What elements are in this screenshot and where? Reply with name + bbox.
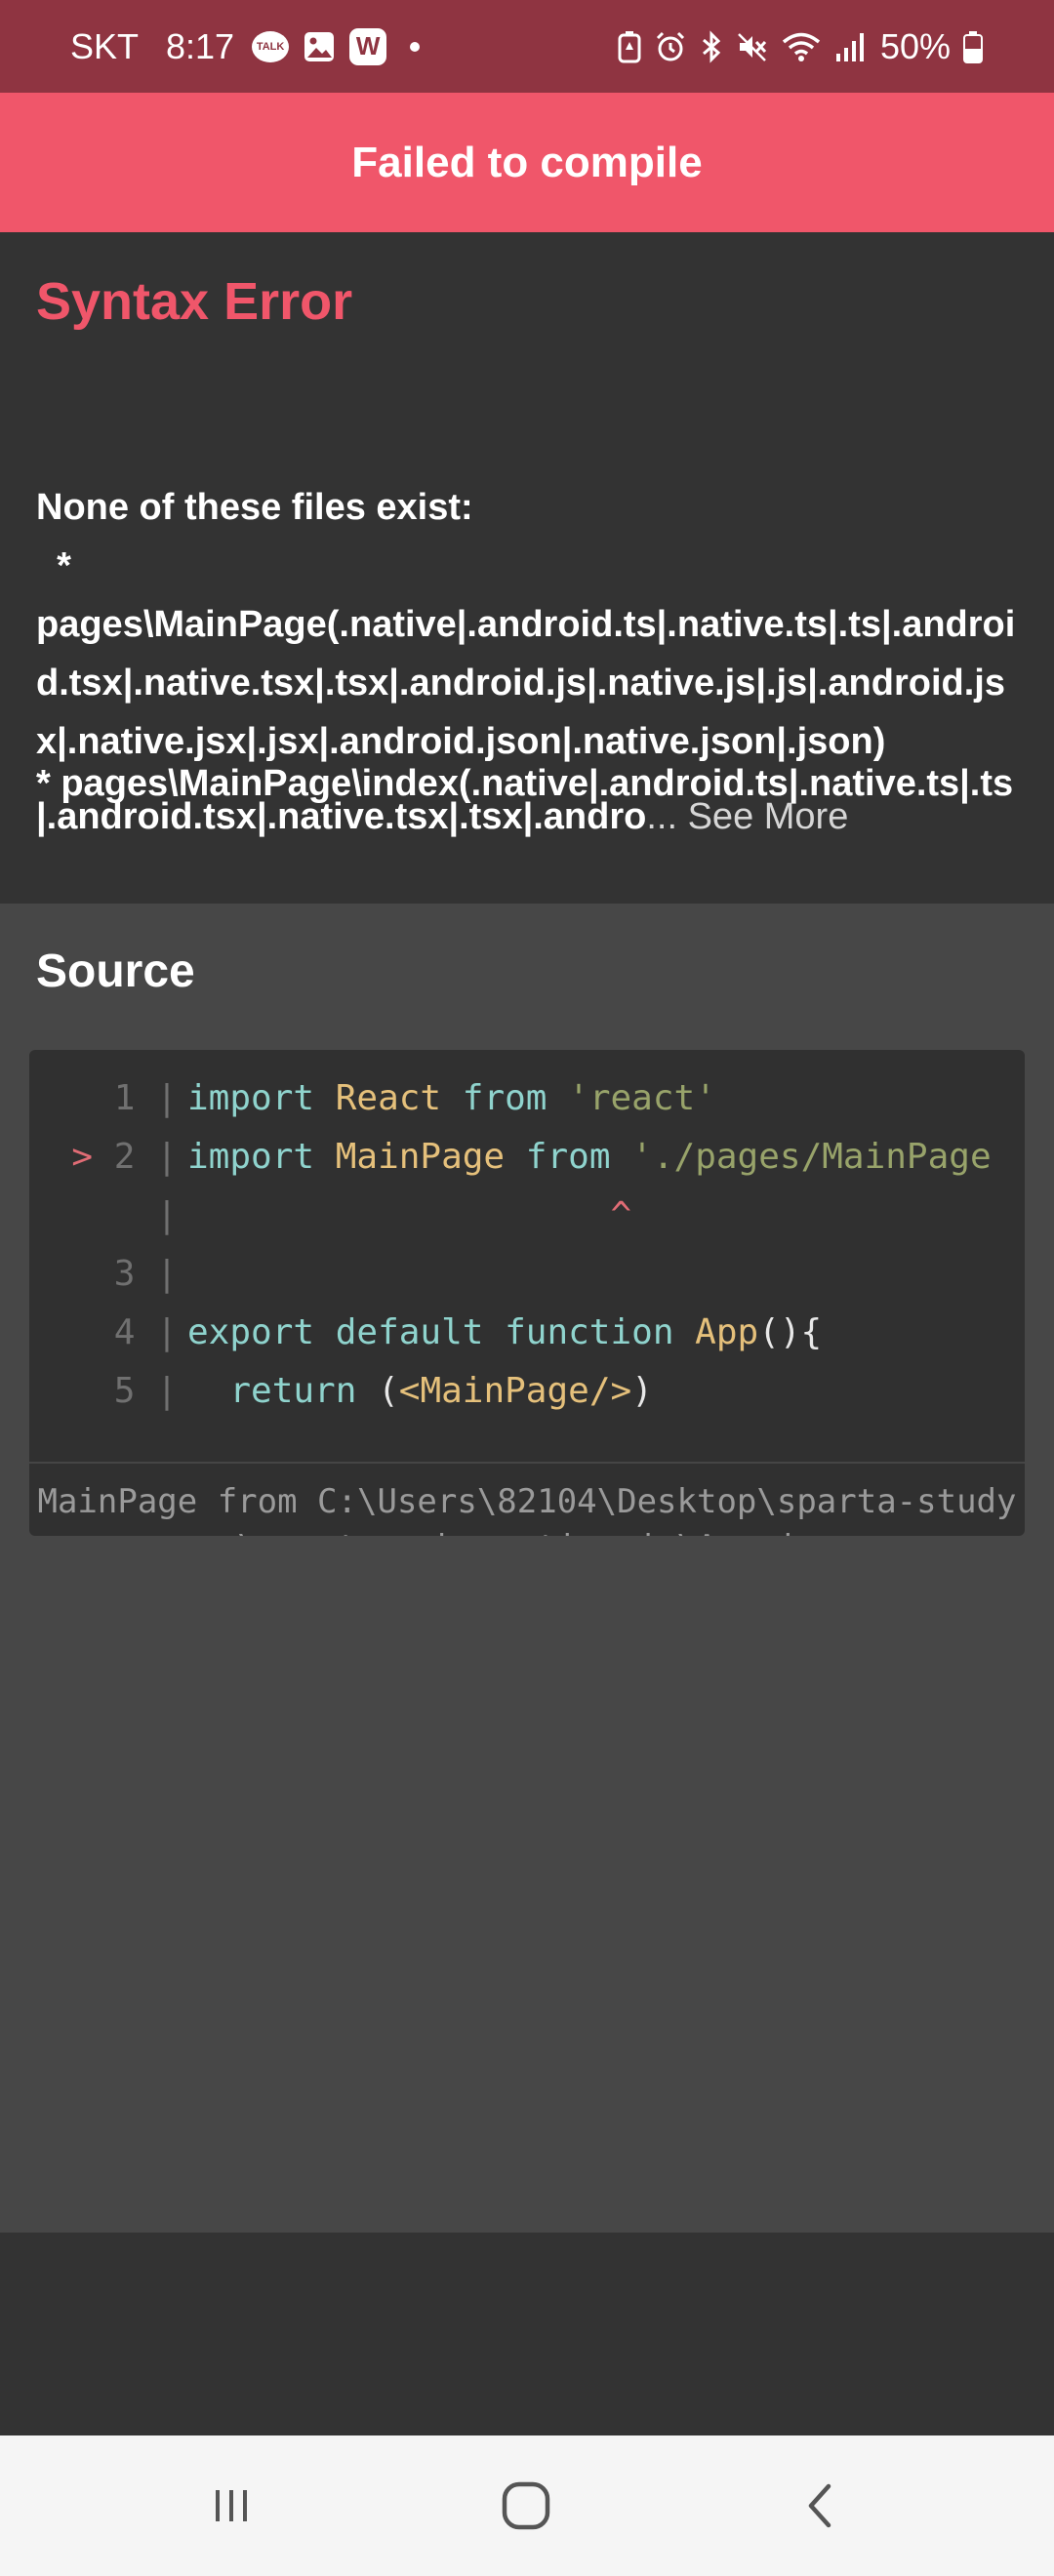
battery-percent: 50%	[879, 25, 951, 66]
status-bar: SKT 8:17 TALK W 50%	[0, 0, 1054, 93]
code-token: MainPage	[335, 1137, 526, 1177]
code-line: 3 |	[29, 1245, 1025, 1304]
back-button[interactable]	[767, 2467, 874, 2545]
code-line: 5 | return (<MainPage/>)	[29, 1362, 1025, 1421]
error-panel: Syntax Error None of these files exist: …	[0, 232, 1054, 904]
line-number: 4	[113, 1312, 136, 1352]
code-lines: 1 | import React from 'react' > 2 | import…	[29, 1069, 1025, 1421]
gutter-separator: |	[156, 1254, 178, 1294]
code-file-path: MainPage from C:\Users\82104\Desktop\spa…	[37, 1482, 1017, 1536]
code-token: return	[187, 1371, 379, 1411]
code-line: > 2 | import MainPage from './pages/MainP…	[29, 1128, 1025, 1187]
code-token: './pages/MainPage	[631, 1137, 992, 1177]
home-button[interactable]	[472, 2467, 580, 2545]
error-line-marker	[71, 1195, 93, 1235]
gutter-separator: |	[156, 1312, 178, 1352]
code-text: import MainPage from './pages/MainPage	[187, 1128, 1025, 1187]
code-gutter: |	[29, 1187, 178, 1245]
code-text: import React from 'react'	[187, 1069, 1025, 1128]
error-line-marker	[71, 1078, 93, 1118]
status-bar-right: 50%	[617, 26, 984, 67]
code-gutter: 4 |	[29, 1304, 178, 1362]
code-token: 'react'	[568, 1078, 716, 1118]
error-message: None of these files exist: * pages\MainP…	[36, 487, 1016, 762]
line-number	[114, 1195, 136, 1235]
code-token: App	[695, 1312, 759, 1352]
talk-icon: TALK	[252, 30, 290, 62]
line-number: 5	[113, 1371, 136, 1411]
wifi-icon	[781, 30, 822, 63]
error-line-marker	[71, 1254, 93, 1294]
code-gutter: 3 |	[29, 1245, 178, 1304]
error-message-tail-text: * pages\MainPage\index(.native|.android.…	[36, 763, 1014, 837]
code-token: )	[631, 1371, 653, 1411]
gallery-icon	[303, 30, 336, 63]
code-text: export default function App(){	[187, 1304, 1025, 1362]
source-title: Source	[36, 946, 195, 997]
code-token: from	[525, 1137, 632, 1177]
code-token: from	[462, 1078, 569, 1118]
dot-icon	[410, 41, 421, 52]
code-line: 4 | export default function App(){	[29, 1304, 1025, 1362]
status-bar-left: SKT 8:17 TALK W	[70, 25, 421, 67]
home-icon	[502, 2481, 550, 2530]
error-header: Failed to compile	[0, 93, 1054, 232]
code-token: (	[378, 1371, 399, 1411]
line-number: 3	[113, 1254, 136, 1294]
code-line: 1 | import React from 'react'	[29, 1069, 1025, 1128]
battery-icon	[962, 30, 984, 63]
code-token: import	[187, 1137, 336, 1177]
code-text: return (<MainPage/>)	[187, 1362, 1025, 1421]
error-line-marker: >	[71, 1137, 94, 1177]
gutter-separator: |	[156, 1195, 178, 1235]
error-message-tail: * pages\MainPage\index(.native|.android.…	[36, 765, 1022, 835]
line-number: 1	[113, 1078, 136, 1118]
error-title: Syntax Error	[36, 272, 353, 331]
code-token: React	[335, 1078, 463, 1118]
code-token: <MainPage/>	[398, 1371, 632, 1411]
line-number: 2	[113, 1137, 136, 1177]
gutter-separator: |	[156, 1137, 178, 1177]
carrier-label: SKT	[70, 25, 140, 66]
recent-apps-button[interactable]	[178, 2467, 285, 2545]
code-gutter: > 2 |	[29, 1128, 177, 1187]
gutter-separator: |	[156, 1371, 178, 1411]
signal-icon	[833, 30, 867, 63]
code-gutter: 5 |	[29, 1362, 178, 1421]
see-more-link[interactable]: ... See More	[646, 796, 848, 837]
mute-icon	[736, 30, 769, 63]
code-gutter: 1 |	[29, 1069, 178, 1128]
code-divider	[29, 1462, 1025, 1464]
battery-saver-icon	[617, 30, 642, 63]
recent-apps-icon	[216, 2490, 247, 2521]
alarm-icon	[654, 30, 687, 63]
error-line-marker	[71, 1312, 93, 1352]
gutter-separator: |	[156, 1078, 178, 1118]
code-token: (){	[758, 1312, 823, 1352]
error-line-marker	[71, 1371, 93, 1411]
code-token: import	[187, 1078, 336, 1118]
code-line: | ^	[29, 1187, 1025, 1245]
clock: 8:17	[166, 25, 235, 66]
code-frame: 1 | import React from 'react' > 2 | import…	[29, 1050, 1025, 1536]
code-token: ^	[187, 1195, 632, 1235]
bluetooth-icon	[699, 29, 724, 63]
navigation-bar	[0, 2435, 1054, 2576]
w-app-icon: W	[349, 27, 387, 65]
header-title: Failed to compile	[351, 138, 703, 186]
back-icon	[808, 2483, 831, 2528]
source-panel: Source 1 | import React from 'react' > 2 …	[0, 904, 1054, 2233]
bottom-blank	[0, 2233, 1054, 2435]
code-text: ^	[187, 1187, 1025, 1245]
code-token: export default function	[187, 1312, 696, 1352]
